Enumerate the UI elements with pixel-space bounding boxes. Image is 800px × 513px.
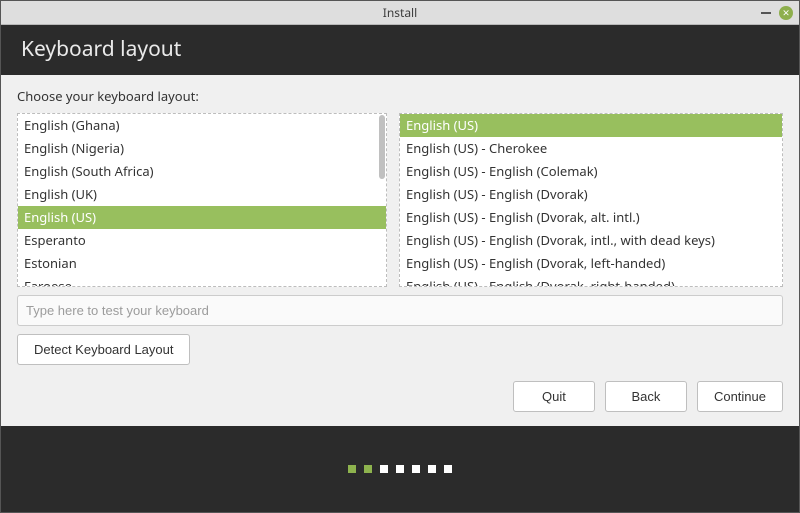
keyboard-test-input[interactable]	[17, 295, 783, 326]
list-item[interactable]: English (US)	[18, 206, 386, 229]
list-item[interactable]: English (US) - Cherokee	[400, 137, 782, 160]
window-title: Install	[383, 4, 418, 21]
quit-button[interactable]: Quit	[513, 381, 595, 412]
detect-row: Detect Keyboard Layout	[17, 334, 783, 365]
list-item[interactable]: English (Nigeria)	[18, 137, 386, 160]
list-item[interactable]: English (US)	[400, 114, 782, 137]
content-area: Choose your keyboard layout: English (Gh…	[1, 75, 799, 426]
page-header: Keyboard layout	[1, 25, 799, 75]
list-item[interactable]: English (Ghana)	[18, 114, 386, 137]
prompt-label: Choose your keyboard layout:	[17, 87, 783, 105]
progress-dot	[428, 465, 436, 473]
list-item[interactable]: English (US) - English (Dvorak, intl., w…	[400, 229, 782, 252]
titlebar-controls	[761, 6, 793, 20]
continue-button[interactable]: Continue	[697, 381, 783, 412]
progress-dot	[396, 465, 404, 473]
list-item[interactable]: Esperanto	[18, 229, 386, 252]
list-item[interactable]: English (US) - English (Colemak)	[400, 160, 782, 183]
list-item[interactable]: English (South Africa)	[18, 160, 386, 183]
minimize-icon[interactable]	[761, 12, 771, 14]
progress-dot	[364, 465, 372, 473]
progress-dot	[412, 465, 420, 473]
layout-lists: English (Ghana)English (Nigeria)English …	[17, 113, 783, 287]
action-buttons: Quit Back Continue	[17, 373, 783, 412]
back-button[interactable]: Back	[605, 381, 687, 412]
list-item[interactable]: English (US) - English (Dvorak, alt. int…	[400, 206, 782, 229]
progress-dot	[380, 465, 388, 473]
list-item[interactable]: Estonian	[18, 252, 386, 275]
titlebar: Install	[1, 1, 799, 25]
list-item[interactable]: English (US) - English (Dvorak, left-han…	[400, 252, 782, 275]
close-icon[interactable]	[779, 6, 793, 20]
scrollbar[interactable]	[379, 115, 385, 285]
list-item[interactable]: English (US) - English (Dvorak, right-ha…	[400, 275, 782, 287]
progress-dot	[348, 465, 356, 473]
progress-dots	[1, 426, 799, 512]
list-item[interactable]: Faroese	[18, 275, 386, 287]
scrollbar-thumb[interactable]	[379, 115, 385, 179]
language-list[interactable]: English (Ghana)English (Nigeria)English …	[17, 113, 387, 287]
detect-keyboard-button[interactable]: Detect Keyboard Layout	[17, 334, 190, 365]
install-window: Install Keyboard layout Choose your keyb…	[0, 0, 800, 513]
list-item[interactable]: English (US) - English (Dvorak)	[400, 183, 782, 206]
page-title: Keyboard layout	[21, 35, 779, 63]
variant-list[interactable]: English (US)English (US) - CherokeeEngli…	[399, 113, 783, 287]
list-item[interactable]: English (UK)	[18, 183, 386, 206]
progress-dot	[444, 465, 452, 473]
